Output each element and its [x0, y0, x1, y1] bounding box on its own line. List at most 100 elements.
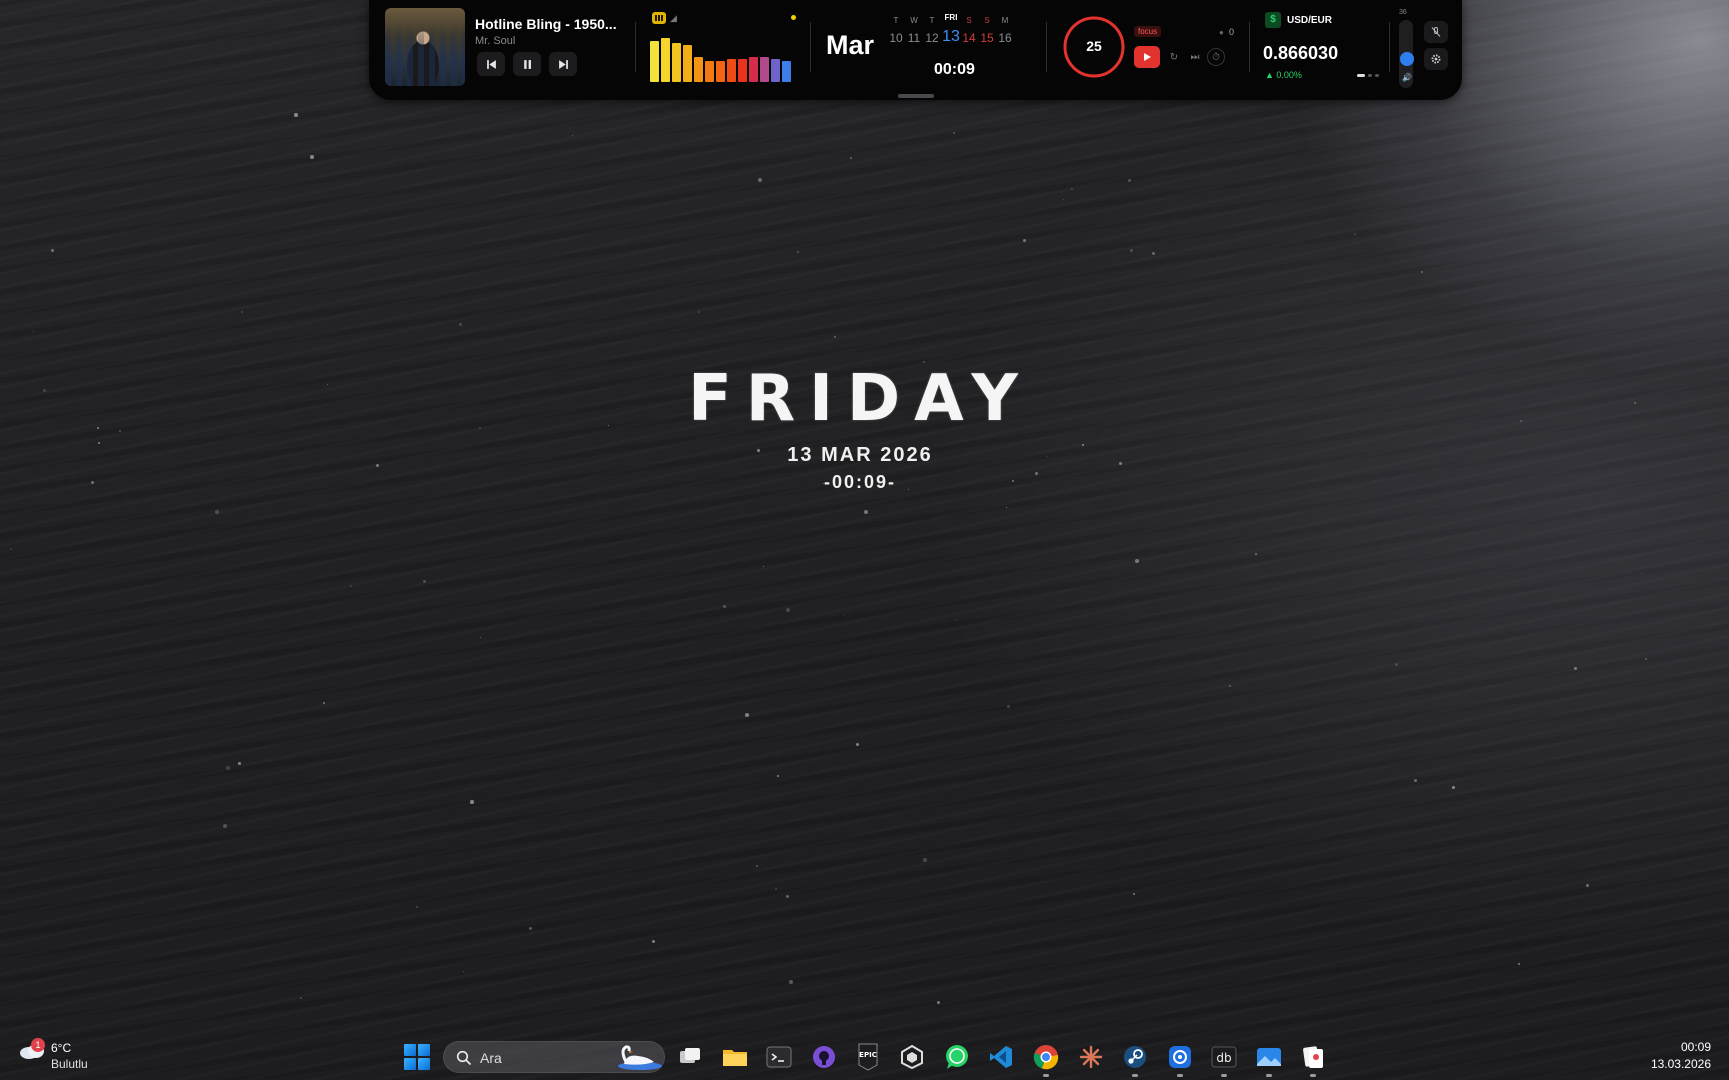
solitaire-button[interactable]	[1298, 1042, 1328, 1072]
exchange-rate: 0.866030	[1263, 43, 1339, 63]
terminal-button[interactable]	[764, 1042, 794, 1072]
wallpaper-speck	[1063, 199, 1065, 201]
wallpaper-speck	[745, 713, 749, 717]
taskbar-search[interactable]: Ara	[443, 1041, 665, 1073]
calendar-weekday: S	[966, 16, 972, 25]
pomodoro-skip-button[interactable]: ⏭	[1186, 48, 1204, 66]
calendar-weekday: FRI	[944, 13, 958, 22]
task-view-icon	[680, 1048, 700, 1063]
wallpaper-speck	[529, 927, 532, 930]
desktop-date: 13 MAR 2026	[787, 444, 933, 466]
wallpaper-speck	[1374, 481, 1376, 483]
volume-slider-knob[interactable]	[1400, 52, 1414, 66]
wallpaper-speck	[797, 251, 800, 254]
play-icon	[1144, 53, 1151, 61]
claude-button[interactable]	[1076, 1042, 1106, 1072]
skip-icon: ⏭	[1190, 51, 1200, 63]
calendar-day[interactable]: 15	[978, 31, 996, 45]
page-dot-active[interactable]	[1357, 74, 1365, 77]
running-indicator	[1310, 1074, 1316, 1077]
divider	[1389, 22, 1390, 72]
cards-icon	[1303, 1046, 1323, 1068]
calendar-day[interactable]: 16	[996, 31, 1014, 45]
wallpaper-speck	[1128, 179, 1131, 182]
weather-temperature[interactable]: 6°C	[51, 1041, 71, 1055]
month-label: Mar	[826, 30, 875, 60]
wallpaper-speck	[91, 481, 94, 484]
wallpaper-speck	[1645, 658, 1647, 660]
wallpaper-speck	[1641, 573, 1643, 575]
pomodoro-mode-badge: focus	[1134, 26, 1162, 37]
epic-games-button[interactable]: EPIC	[853, 1042, 883, 1072]
wallpaper-speck	[572, 135, 574, 137]
visualizer-bar	[672, 43, 681, 82]
wallpaper-speck	[953, 132, 955, 134]
wallpaper-speck	[1586, 884, 1590, 888]
whatsapp-button[interactable]	[942, 1042, 972, 1072]
task-view-button[interactable]	[675, 1042, 705, 1072]
wallpaper-speck	[786, 895, 789, 898]
audio-visualizer	[650, 30, 796, 82]
epic-games-icon: EPIC	[858, 1043, 878, 1071]
pomodoro-minutes: 25	[1086, 38, 1102, 54]
github-desktop-button[interactable]	[809, 1042, 839, 1072]
pomodoro-timer-button[interactable]: ⏱	[1207, 48, 1225, 66]
photos-icon	[1257, 1048, 1281, 1066]
wallpaper-speck	[1255, 553, 1257, 555]
visualizer-bar	[716, 61, 725, 82]
mute-mic-button[interactable]	[1424, 21, 1448, 43]
file-explorer-button[interactable]	[720, 1042, 750, 1072]
visualizer-bar	[683, 45, 692, 82]
stopwatch-icon: ⏱	[1212, 51, 1220, 63]
equalizer-icon[interactable]	[652, 12, 666, 24]
volume-level: 36	[1399, 9, 1407, 16]
mic-off-icon	[1431, 27, 1441, 37]
weather-condition[interactable]: Bulutlu	[51, 1057, 88, 1071]
wallpaper-speck	[294, 113, 298, 117]
calendar-weekday: T	[929, 16, 935, 25]
unity-hub-button[interactable]	[897, 1042, 927, 1072]
dbeaver-button[interactable]: db	[1209, 1042, 1239, 1072]
drag-handle[interactable]	[898, 94, 934, 98]
calendar-day[interactable]: 10	[887, 31, 905, 45]
widget-bar: Hotline Bling - 1950... Mr. Soul ◢ Mar T…	[369, 0, 1462, 100]
page-dot[interactable]	[1375, 74, 1379, 77]
next-track-button[interactable]	[549, 52, 577, 76]
steam-button[interactable]	[1120, 1042, 1150, 1072]
blue-app-button[interactable]	[1165, 1042, 1195, 1072]
calendar-today[interactable]: 13	[942, 28, 960, 46]
wallpaper-speck	[1354, 233, 1356, 235]
calendar-day[interactable]: 11	[905, 31, 923, 45]
page-dot[interactable]	[1368, 74, 1372, 77]
photos-button[interactable]	[1254, 1042, 1284, 1072]
taskbar-clock-time[interactable]: 00:09	[1681, 1040, 1711, 1054]
wallpaper-speck	[777, 775, 779, 777]
settings-button[interactable]	[1424, 48, 1448, 70]
speaker-icon[interactable]: ◢	[670, 13, 677, 24]
pomodoro-session-count: 0	[1229, 27, 1235, 37]
start-button[interactable]	[404, 1044, 430, 1070]
chrome-icon	[1033, 1045, 1059, 1070]
wallpaper-speck	[51, 249, 55, 253]
wallpaper-speck	[1530, 622, 1532, 624]
vs-code-button[interactable]	[986, 1042, 1016, 1072]
wallpaper-speck	[1395, 663, 1398, 666]
pause-button[interactable]	[513, 52, 541, 76]
wallpaper-speck	[479, 427, 481, 429]
chrome-button[interactable]	[1031, 1042, 1061, 1072]
whatsapp-icon	[946, 1045, 968, 1069]
previous-track-button[interactable]	[477, 52, 505, 76]
pomodoro-start-button[interactable]	[1134, 46, 1160, 68]
wallpaper-speck	[723, 605, 726, 608]
wallpaper-speck	[1518, 963, 1521, 966]
divider	[1046, 22, 1047, 72]
wallpaper-speck	[856, 743, 860, 747]
reset-icon: ↻	[1169, 51, 1179, 63]
album-art[interactable]	[385, 8, 465, 86]
calendar-day[interactable]: 14	[960, 31, 978, 45]
pomodoro-reset-button[interactable]: ↻	[1165, 48, 1183, 66]
calendar-day[interactable]: 12	[923, 31, 941, 45]
taskbar-clock-date[interactable]: 13.03.2026	[1651, 1057, 1711, 1071]
currency-pair[interactable]: USD/EUR	[1287, 15, 1332, 26]
wallpaper-speck	[323, 702, 325, 704]
